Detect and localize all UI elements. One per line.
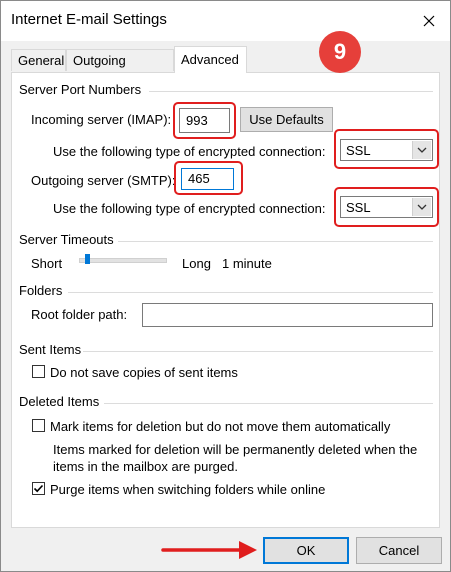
- incoming-encryption-label: Use the following type of encrypted conn…: [53, 144, 326, 159]
- tab-outgoing-server[interactable]: Outgoing Server: [66, 49, 174, 90]
- incoming-port-field[interactable]: 993: [179, 108, 230, 133]
- outgoing-encryption-label: Use the following type of encrypted conn…: [53, 201, 326, 216]
- internet-email-settings-dialog: Internet E-mail Settings General Outgoin…: [0, 0, 451, 572]
- close-icon[interactable]: [415, 7, 443, 35]
- folders-heading: Folders: [19, 283, 67, 298]
- group-divider: [68, 292, 433, 293]
- checkmark-icon: [33, 484, 44, 493]
- group-divider: [118, 241, 433, 242]
- sent-items-heading: Sent Items: [19, 342, 86, 357]
- cancel-button[interactable]: Cancel: [356, 537, 442, 564]
- outgoing-encryption-value: SSL: [346, 200, 371, 215]
- mark-for-deletion-checkbox[interactable]: [32, 419, 45, 432]
- do-not-save-copies-checkbox[interactable]: [32, 365, 45, 378]
- title-bar: Internet E-mail Settings: [1, 1, 450, 41]
- tab-general[interactable]: General: [11, 49, 66, 71]
- server-timeouts-heading: Server Timeouts: [19, 232, 118, 247]
- use-defaults-button[interactable]: Use Defaults: [240, 107, 333, 132]
- purge-items-checkbox[interactable]: [32, 482, 45, 495]
- purge-items-label: Purge items when switching folders while…: [50, 482, 326, 497]
- deleted-items-heading: Deleted Items: [19, 394, 104, 409]
- tab-label: General: [18, 53, 65, 68]
- server-port-numbers-heading: Server Port Numbers: [19, 82, 146, 97]
- chevron-down-icon: [412, 141, 431, 159]
- outgoing-encryption-select[interactable]: SSL: [340, 196, 433, 218]
- arrow-right-icon: [161, 541, 257, 559]
- timeout-value: 1 minute: [222, 256, 272, 271]
- group-divider: [83, 351, 433, 352]
- ok-button[interactable]: OK: [263, 537, 349, 564]
- timeout-slider-track[interactable]: [79, 258, 167, 263]
- tab-label: Advanced: [181, 52, 239, 67]
- chevron-down-icon: [412, 198, 431, 216]
- outgoing-server-label: Outgoing server (SMTP):: [31, 173, 176, 188]
- step-badge: 9: [319, 31, 361, 73]
- root-folder-field[interactable]: [142, 303, 433, 327]
- tab-advanced[interactable]: Advanced: [174, 46, 247, 73]
- incoming-encryption-value: SSL: [346, 143, 371, 158]
- window-title: Internet E-mail Settings: [11, 11, 167, 28]
- outgoing-port-field[interactable]: 465: [181, 168, 234, 190]
- deletion-note-line1: Items marked for deletion will be perman…: [53, 442, 418, 457]
- timeout-slider-thumb[interactable]: [85, 254, 90, 264]
- long-label: Long: [182, 256, 211, 271]
- deletion-note-line2: items in the mailbox are purged.: [53, 459, 238, 474]
- root-folder-label: Root folder path:: [31, 307, 128, 322]
- group-divider: [149, 91, 433, 92]
- incoming-server-label: Incoming server (IMAP):: [31, 112, 172, 127]
- group-divider: [104, 403, 433, 404]
- mark-for-deletion-label: Mark items for deletion but do not move …: [50, 419, 391, 434]
- short-label: Short: [31, 256, 63, 271]
- incoming-encryption-select[interactable]: SSL: [340, 139, 433, 161]
- do-not-save-copies-label: Do not save copies of sent items: [50, 365, 238, 380]
